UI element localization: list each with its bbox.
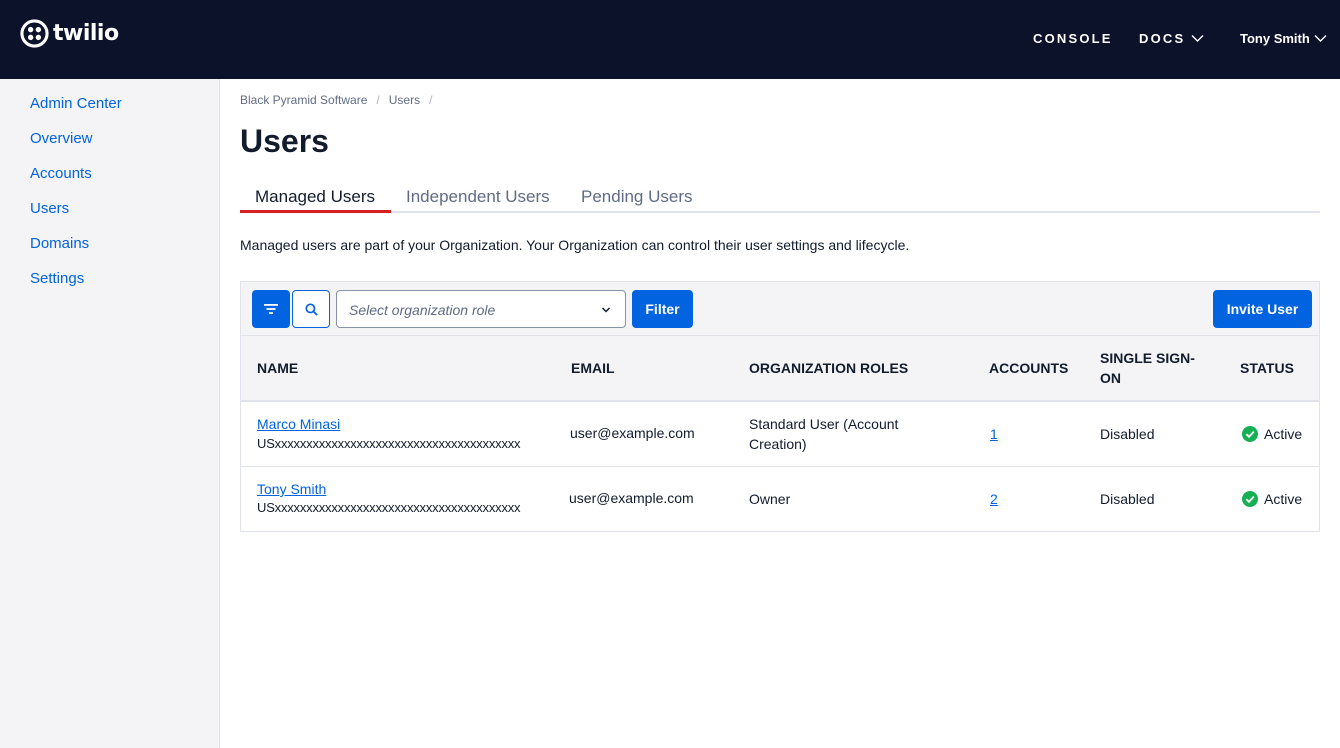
user-accounts-link[interactable]: 1 [990,424,998,444]
table-toolbar: Select organization role Filter Invite U… [240,281,1320,335]
status-label: Active [1264,426,1303,442]
brand-name: twilio [53,21,119,46]
top-header: twilio CONSOLE DOCS Tony Smith [0,0,1340,79]
users-table: NAME EMAIL ORGANIZATION ROLES ACCOUNTS S… [240,335,1320,532]
status-label: Active [1264,491,1303,507]
table-row: Tony Smith USxxxxxxxxxxxxxxxxxxxxxxxxxxx… [241,467,1319,532]
filter-toggle-button[interactable] [252,290,290,328]
column-header-roles: ORGANIZATION ROLES [749,360,909,376]
user-roles: Owner [749,491,791,507]
column-header-sso-line1: SINGLE SIGN- [1100,350,1195,366]
status-badge: Active [1242,489,1302,509]
sidebar-item-admin-center[interactable]: Admin Center [30,94,122,114]
user-name-link[interactable]: Tony Smith [257,479,326,499]
user-sso: Disabled [1100,426,1155,442]
nav-docs-label: DOCS [1139,30,1186,46]
user-menu[interactable]: Tony Smith [1240,28,1327,48]
nav-docs[interactable]: DOCS [1139,28,1204,48]
column-header-email: EMAIL [571,360,615,376]
breadcrumb-item-users[interactable]: Users [389,93,420,107]
tab-pending-users[interactable]: Pending Users [581,184,693,210]
column-header-sso-line2: ON [1100,370,1121,386]
search-button[interactable] [292,290,330,328]
user-sid: USxxxxxxxxxxxxxxxxxxxxxxxxxxxxxxxxxxxxxx… [257,436,521,451]
chevron-down-icon [1314,34,1327,42]
invite-user-button[interactable]: Invite User [1213,290,1312,328]
sidebar: Admin Center Overview Accounts Users Dom… [0,79,220,748]
sidebar-item-settings[interactable]: Settings [30,269,84,289]
twilio-logo-icon [20,19,49,48]
search-icon [304,302,318,316]
sidebar-item-overview[interactable]: Overview [30,129,93,149]
page-title: Users [240,123,329,159]
column-header-sso: SINGLE SIGN- ON [1100,348,1195,388]
breadcrumb-separator: / [376,93,380,107]
tab-managed-users[interactable]: Managed Users [255,184,375,210]
organization-role-select[interactable]: Select organization role [336,290,626,328]
sidebar-item-accounts[interactable]: Accounts [30,164,92,184]
organization-role-placeholder: Select organization role [349,302,496,318]
sidebar-item-users[interactable]: Users [30,199,69,219]
user-roles-line2: Creation) [749,436,807,452]
user-tabs: Managed Users Independent Users Pending … [240,184,1320,213]
column-header-accounts: ACCOUNTS [989,360,1069,376]
user-menu-label: Tony Smith [1240,30,1310,46]
active-tab-indicator [240,210,391,213]
chevron-down-icon [601,307,611,313]
check-circle-icon [1242,491,1258,507]
breadcrumb: Black Pyramid Software / Users / [240,92,441,108]
nav-console-label: CONSOLE [1033,30,1113,46]
column-header-name: NAME [257,360,299,376]
user-roles: Standard User (Account Creation) [749,414,898,454]
filter-button[interactable]: Filter [632,290,693,328]
breadcrumb-separator: / [429,93,433,107]
user-name-link[interactable]: Marco Minasi [257,414,340,434]
chevron-down-icon [1191,34,1204,42]
nav-console[interactable]: CONSOLE [1033,28,1113,48]
user-roles-line1: Standard User (Account [749,416,899,432]
page-description: Managed users are part of your Organizat… [240,237,910,253]
breadcrumb-item-organization[interactable]: Black Pyramid Software [240,93,367,107]
user-accounts-link[interactable]: 2 [990,489,998,509]
table-row: Marco Minasi USxxxxxxxxxxxxxxxxxxxxxxxxx… [241,402,1319,467]
status-badge: Active [1242,424,1302,444]
table-header: NAME EMAIL ORGANIZATION ROLES ACCOUNTS S… [241,336,1319,402]
twilio-logo[interactable]: twilio [20,19,119,48]
user-email: user@example.com [569,490,694,506]
user-email: user@example.com [570,425,695,441]
column-header-status: STATUS [1240,360,1294,376]
sidebar-item-domains[interactable]: Domains [30,234,89,254]
check-circle-icon [1242,426,1258,442]
user-sid: USxxxxxxxxxxxxxxxxxxxxxxxxxxxxxxxxxxxxxx… [257,500,521,515]
tab-independent-users[interactable]: Independent Users [406,184,550,210]
user-sso: Disabled [1100,491,1155,507]
filter-icon [264,304,278,314]
